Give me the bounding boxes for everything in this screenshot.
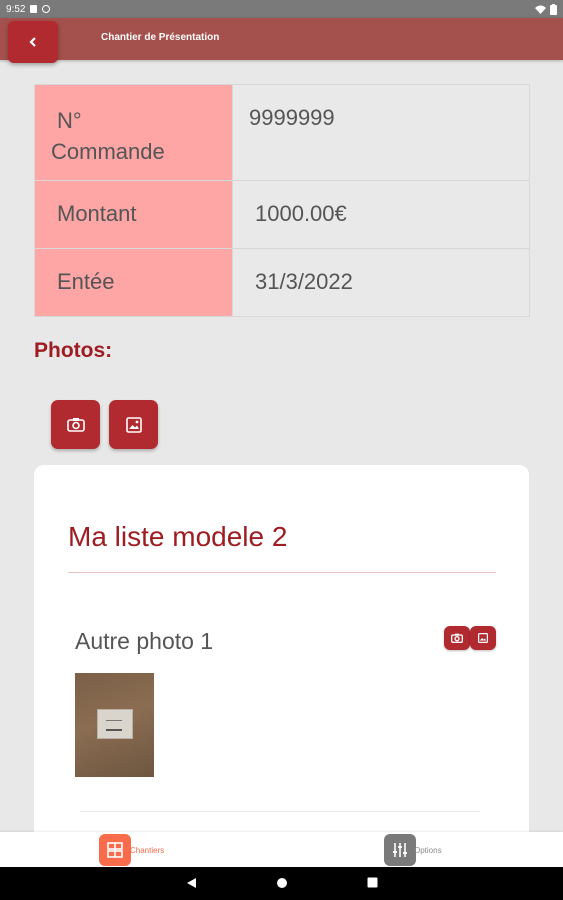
- notification-icon: [42, 5, 51, 13]
- pick-image-button[interactable]: [109, 400, 158, 449]
- nav-item-chantiers[interactable]: [99, 834, 131, 866]
- divider: [80, 811, 480, 812]
- order-info-table: N° Commande 9999999 Montant 1000.00€ Ent…: [34, 84, 530, 317]
- nav-label-chantiers[interactable]: Chantiers: [130, 846, 164, 855]
- grid-icon: [107, 842, 123, 858]
- image-icon: [125, 416, 142, 433]
- amount-label: Montant: [34, 180, 233, 249]
- back-button[interactable]: [8, 21, 58, 63]
- order-number-value: 9999999: [232, 84, 530, 181]
- camera-icon: [451, 633, 463, 643]
- photos-section-title: Photos:: [34, 339, 113, 362]
- order-number-label-line1: N°: [57, 108, 82, 133]
- item-take-photo-button[interactable]: [444, 626, 470, 650]
- back-triangle-icon[interactable]: [186, 877, 197, 889]
- model-list-title: Ma liste modele 2: [68, 521, 288, 552]
- table-row-order-number: N° Commande 9999999: [34, 84, 530, 181]
- item-pick-image-button[interactable]: [470, 626, 496, 650]
- home-circle-icon[interactable]: [276, 877, 288, 889]
- recents-square-icon[interactable]: [367, 877, 378, 888]
- nav-item-options[interactable]: [384, 834, 416, 866]
- order-number-label-line2: Commande: [51, 139, 165, 164]
- photo-item-label: Autre photo 1: [75, 628, 214, 654]
- app-bar: Chantier de Présentation: [0, 18, 563, 63]
- chevron-left-icon: [29, 37, 36, 47]
- status-time: 9:52: [6, 3, 26, 15]
- framed-picture: [97, 709, 133, 739]
- date-value: 31/3/2022: [232, 248, 530, 317]
- photo-thumbnail[interactable]: [75, 673, 154, 777]
- date-label: Entée: [34, 248, 233, 317]
- camera-icon: [66, 418, 85, 432]
- battery-icon: [550, 3, 557, 15]
- take-photo-button[interactable]: [51, 400, 100, 449]
- system-navigation-bar: [0, 867, 563, 900]
- order-number-label: N° Commande: [34, 84, 233, 181]
- wifi-icon: [535, 5, 546, 14]
- table-row-date: Entée 31/3/2022: [34, 248, 530, 317]
- bottom-navigation: Chantiers Options: [0, 832, 563, 867]
- nav-label-options[interactable]: Options: [414, 846, 442, 855]
- image-icon: [478, 633, 488, 643]
- sliders-icon: [393, 843, 407, 857]
- amount-value: 1000.00€: [232, 180, 530, 249]
- table-row-amount: Montant 1000.00€: [34, 180, 530, 249]
- model-list-card: Ma liste modele 2 Autre photo 1: [34, 465, 529, 845]
- page-title: Chantier de Présentation: [101, 32, 220, 43]
- sim-card-icon: [30, 5, 38, 13]
- divider: [68, 572, 496, 573]
- status-bar: 9:52: [0, 0, 563, 18]
